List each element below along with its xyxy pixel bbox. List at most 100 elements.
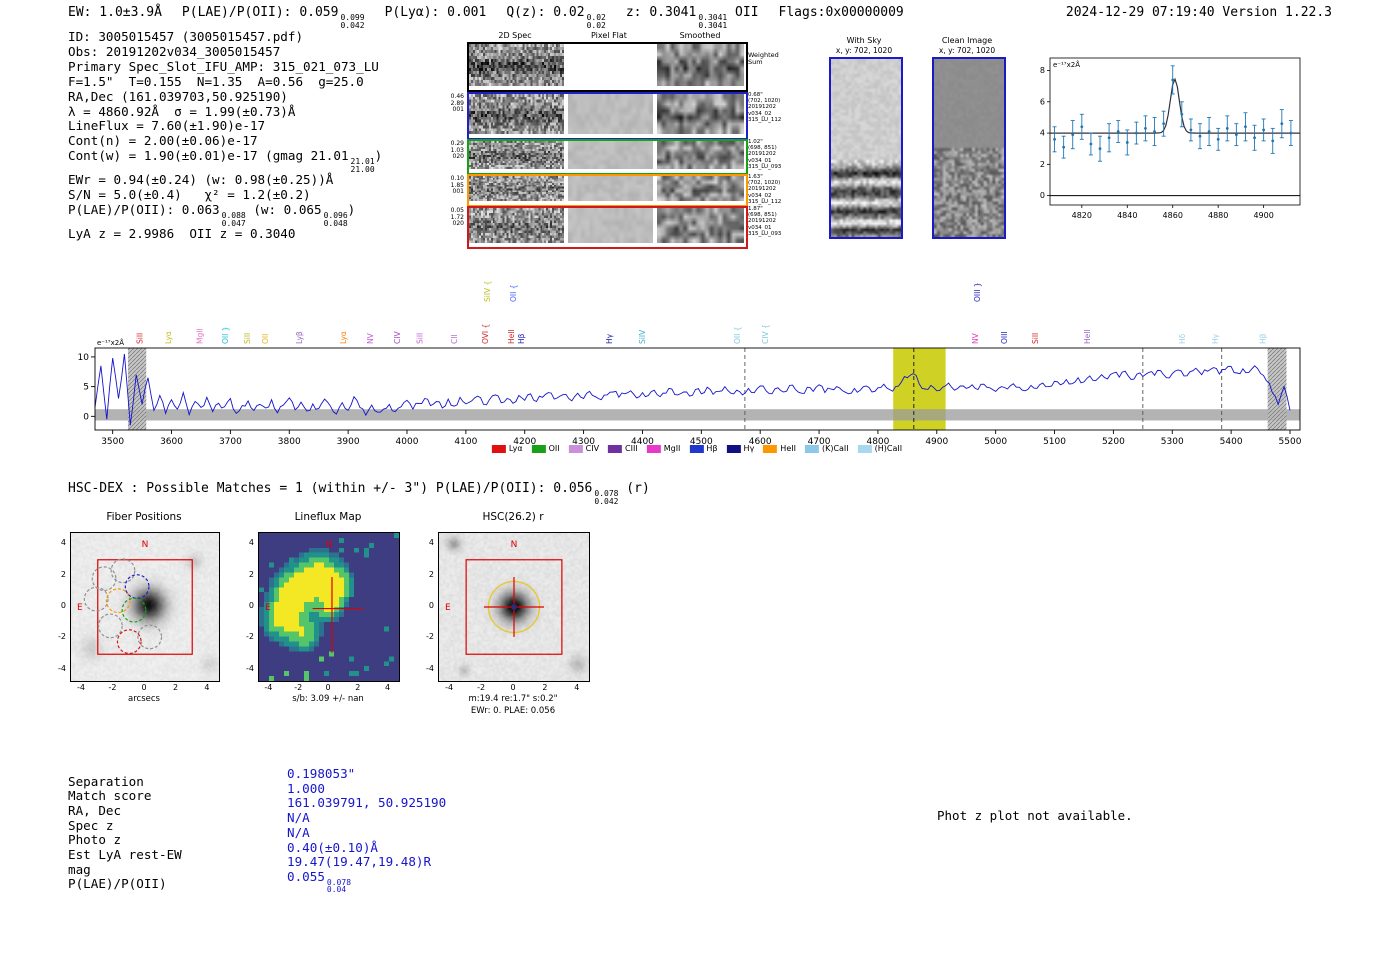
elixer-report-page: { "meta": {"timestamp": "2024-12-29 07:1… — [0, 0, 1400, 953]
photz-note: Phot z plot not available. — [937, 808, 1133, 823]
cutout-x-tick: 4 — [385, 683, 391, 692]
cutout-y-tick: -2 — [246, 632, 254, 642]
cutout-y-tick: 0 — [60, 601, 66, 610]
legend-item: Lyα — [491, 444, 523, 453]
match-row-value: 19.47(19.47,19.48)R — [287, 854, 432, 870]
svg-text:5: 5 — [83, 383, 89, 393]
svg-text:5000: 5000 — [984, 437, 1007, 447]
lineflux-caption: s/b: 3.09 +/- nan — [292, 694, 364, 704]
legend-swatch — [726, 444, 741, 453]
cutout-y-tick: -4 — [58, 663, 66, 673]
smoothed-image — [657, 208, 744, 243]
emission-line-label: SiIV { — [483, 281, 492, 302]
cutout-x-tick: 0 — [325, 683, 331, 692]
fiber-weight-labels: 0.46 2.89 001 — [450, 93, 464, 113]
cutout-y-tick: 2 — [60, 569, 66, 579]
legend-label: OII — [548, 444, 560, 453]
withsky-title: With Sky — [846, 36, 882, 45]
fiber-id-labels: 1.87" (698, 851) 20191202 v034_01 315_LU_093 — [748, 206, 782, 237]
fiber-circle — [137, 624, 163, 650]
fiber-weight-labels: 0.10 1.85 001 — [450, 175, 464, 195]
match-row-value: N/A — [287, 810, 310, 826]
hsc-caption-1: m:19.4 re:1.7" s:0.2" — [468, 694, 558, 704]
svg-text:5200: 5200 — [1102, 437, 1125, 447]
cutout-x-tick: 2 — [355, 683, 361, 692]
cutout-y-tick: 4 — [60, 538, 66, 548]
emission-line-labels: SiII Lyα MgII OII } SiII OII Lyβ Lyα NV CIV SiII CI… — [136, 281, 1268, 344]
pixelflat-image — [568, 44, 653, 86]
line-fit-chart: 0 2 4 6 8 4820 4840 4860 4880 4900 e⁻¹⁷x2Å — [1040, 57, 1301, 220]
info-primary-slot: Primary Spec_Slot_IFU_AMP: 315_021_073_L… — [68, 58, 379, 74]
svg-text:4860: 4860 — [1163, 211, 1183, 220]
spec2d-row — [467, 42, 748, 92]
plya-value: P(Lyα): 0.001 — [384, 5, 487, 20]
detection-info-block: ID: 3005015457 (3005015457.pdf) Obs: 201… — [68, 29, 382, 242]
cutout-fiber-positions: NE — [70, 532, 220, 682]
cutout-lineflux-map: NE — [258, 532, 400, 682]
match-row-value: N/A — [287, 824, 310, 840]
hsc-caption-2: EWr: 0. PLAE: 0.056 — [470, 706, 556, 716]
cutout-x-tick: -4 — [445, 683, 454, 692]
legend-item: (H)CaII — [857, 444, 903, 453]
smoothed-image — [657, 44, 744, 86]
svg-text:0: 0 — [83, 412, 89, 422]
legend-label: MgII — [663, 444, 681, 453]
match-row-label: Photo z — [68, 832, 122, 848]
cutout-y-tick: 0 — [428, 601, 434, 610]
fiber-id-labels: Weighted Sum — [748, 51, 779, 66]
cutout-x-tick: 2 — [172, 683, 179, 692]
svg-text:5300: 5300 — [1161, 437, 1184, 447]
legend-swatch — [568, 444, 583, 453]
plae-poii-errors: 0.099 0.042 — [340, 13, 365, 30]
cutout-y-tick: -4 — [246, 663, 254, 673]
fiber-circle — [97, 613, 123, 639]
legend-item: HeII — [763, 444, 796, 453]
qz-value: Q(z): 0.02 0.02 0.02 — [506, 5, 606, 30]
cutout-x-tick: 4 — [204, 683, 210, 692]
svg-text:4: 4 — [1040, 129, 1045, 138]
spec2d-row — [467, 206, 748, 249]
legend-item: (K)CaII — [804, 444, 849, 453]
legend-swatch — [531, 444, 546, 453]
svg-text:3600: 3600 — [160, 437, 183, 447]
svg-text:0: 0 — [1040, 191, 1045, 200]
smoothed-image — [657, 176, 744, 201]
pixelflat-image — [568, 208, 653, 243]
svg-text:E: E — [445, 603, 451, 613]
clean-title: Clean Image — [941, 36, 993, 45]
cutout-x-tick: 0 — [510, 683, 516, 692]
legend-label: HeII — [780, 444, 796, 453]
spec2d-row — [467, 174, 748, 207]
hsc-r-title: HSC(26.2) r — [482, 511, 544, 523]
info-plae: P(LAE)/P(OII): 0.063 0.088 0.047 (w: 0.065… — [68, 202, 356, 228]
svg-text:3700: 3700 — [219, 437, 242, 447]
cutout-x-tick: 2 — [542, 683, 548, 692]
spec2d-image — [469, 141, 564, 169]
info-seeing: F=1.5" T=0.155 N=1.35 A=0.56 g=25.0 — [68, 73, 364, 89]
hsc-r-overlay: NE — [445, 540, 563, 655]
info-lambda-sigma: λ = 4860.92Å σ = 1.99(±0.73)Å — [68, 103, 296, 119]
legend-label: Hγ — [743, 444, 755, 453]
cutout-x-tick: -4 — [264, 683, 273, 692]
svg-text:3500: 3500 — [101, 437, 124, 447]
svg-text:e⁻¹⁷x2Å: e⁻¹⁷x2Å — [1053, 60, 1080, 69]
info-id: ID: 3005015457 (3005015457.pdf) — [68, 29, 304, 44]
svg-text:5400: 5400 — [1220, 437, 1243, 447]
match-row-label: Separation — [68, 773, 144, 789]
fiber-id-labels: 1.63" (702, 1020) 20191202 v034_02 315_LU_11… — [748, 174, 782, 205]
cutout-y-tick: -4 — [426, 663, 434, 673]
info-obs: Obs: 20191202v034_3005015457 — [68, 43, 281, 59]
svg-text:10: 10 — [78, 353, 90, 363]
legend-label: Hβ — [706, 444, 718, 453]
svg-text:3800: 3800 — [278, 437, 301, 447]
match-row-label: Spec z — [68, 817, 114, 833]
pixelflat-image — [568, 141, 653, 169]
svg-text:4000: 4000 — [396, 437, 419, 447]
legend-label: (H)CaII — [874, 444, 903, 453]
match-row-label: P(LAE)/P(OII) — [68, 876, 167, 892]
svg-text:5100: 5100 — [1043, 437, 1066, 447]
svg-text:e⁻¹⁷x2Å: e⁻¹⁷x2Å — [97, 338, 124, 347]
legend-label: (K)CaII — [821, 444, 849, 453]
svg-text:6: 6 — [1040, 97, 1045, 106]
match-row-label: Est LyA rest-EW — [68, 847, 182, 862]
